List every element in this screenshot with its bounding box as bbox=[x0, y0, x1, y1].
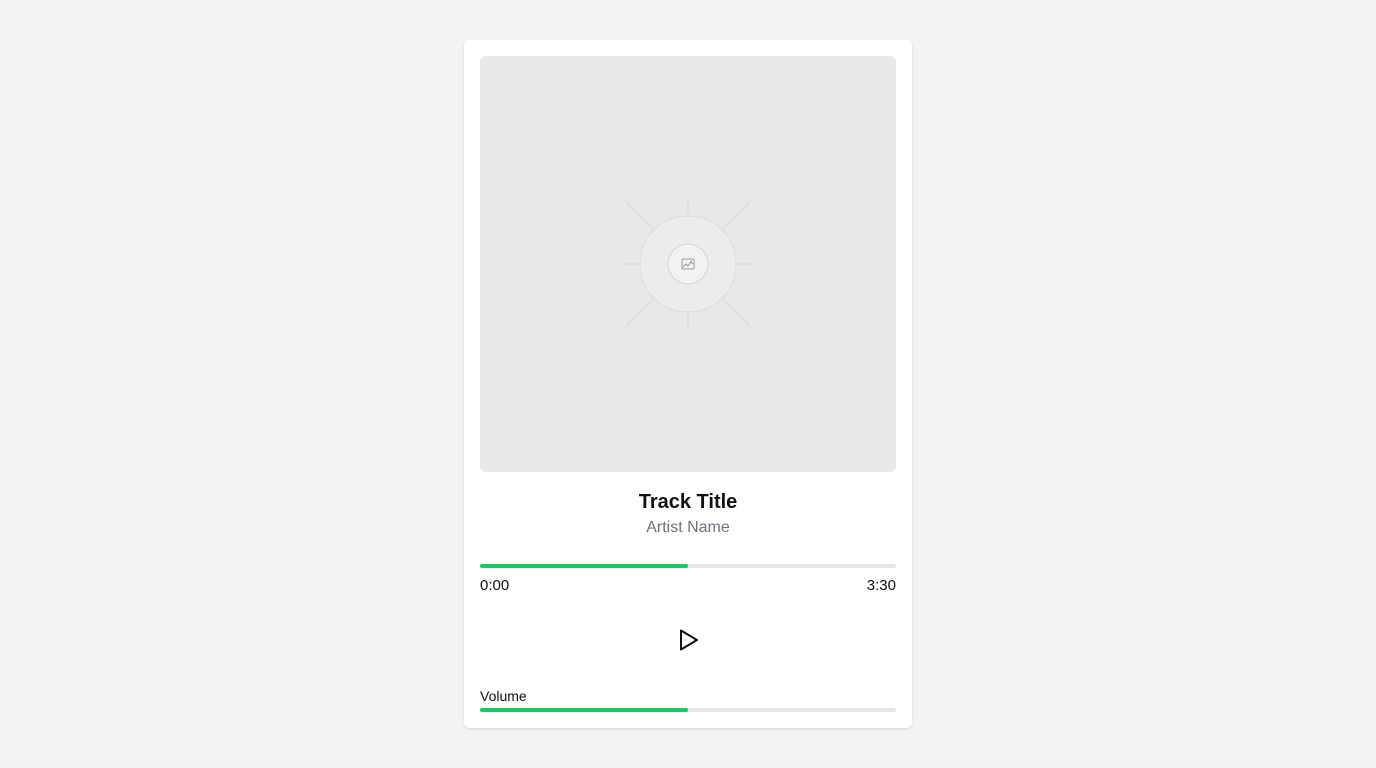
play-icon bbox=[680, 629, 698, 651]
volume-fill bbox=[480, 708, 688, 712]
album-art-placeholder bbox=[480, 56, 896, 472]
image-icon bbox=[681, 258, 695, 270]
total-time: 3:30 bbox=[866, 577, 896, 594]
progress-fill bbox=[480, 564, 688, 568]
progress-bar[interactable] bbox=[480, 564, 896, 568]
volume-slider[interactable] bbox=[480, 708, 896, 712]
volume-label: Volume bbox=[480, 688, 527, 704]
track-title: Track Title bbox=[638, 491, 738, 513]
player-card: Track Title Artist Name 0:00 3:30 Volume bbox=[464, 40, 912, 728]
play-button[interactable] bbox=[672, 624, 704, 656]
current-time: 0:00 bbox=[480, 577, 510, 594]
artist-name: Artist Name bbox=[646, 519, 730, 536]
